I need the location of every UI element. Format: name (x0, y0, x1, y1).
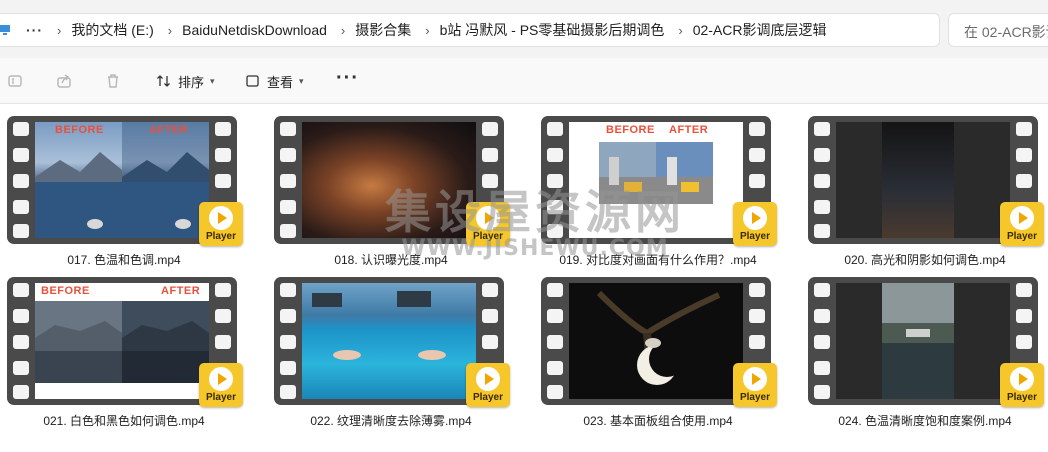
player-badge: Player (199, 363, 243, 407)
player-label: Player (205, 392, 237, 403)
file-name[interactable]: 022. 纹理清晰度去除薄雾.mp4 (266, 412, 516, 429)
player-badge: Player (1000, 363, 1044, 407)
player-badge: Player (733, 363, 777, 407)
sort-label: 排序 (178, 74, 205, 90)
file-name[interactable]: 021. 白色和黑色如何调色.mp4 (0, 412, 249, 429)
chevron-right-icon[interactable]: › (678, 23, 682, 38)
chevron-right-icon[interactable]: › (341, 23, 345, 38)
play-icon (1019, 373, 1028, 385)
address-row: ··· › 我的文档 (E:) › BaiduNetdiskDownload ›… (0, 0, 1048, 58)
player-label: Player (1006, 392, 1038, 403)
player-badge: Player (199, 202, 243, 246)
file-name[interactable]: 019. 对比度对画面有什么作用？.mp4 (533, 251, 783, 268)
sort-icon (157, 75, 170, 87)
player-badge: Player (1000, 202, 1044, 246)
more-options-button[interactable]: ··· (336, 67, 359, 90)
address-bar[interactable]: ··· › 我的文档 (E:) › BaiduNetdiskDownload ›… (0, 13, 940, 47)
play-icon (752, 212, 761, 224)
after-label: AFTER (161, 285, 201, 297)
command-bar: 排序 ▾ 查看 ▾ ··· (0, 58, 1048, 104)
file-name[interactable]: 018. 认识曝光度.mp4 (266, 251, 516, 268)
player-label: Player (205, 231, 237, 242)
view-icon (246, 75, 259, 87)
file-name[interactable]: 020. 高光和阴影如何调色.mp4 (800, 251, 1048, 268)
file-name[interactable]: 023. 基本面板组合使用.mp4 (533, 412, 783, 429)
this-pc-icon (0, 25, 10, 35)
after-label: AFTER (149, 124, 189, 136)
player-label: Player (739, 392, 771, 403)
player-badge: Player (733, 202, 777, 246)
after-label: AFTER (669, 124, 709, 136)
file-name[interactable]: 024. 色温清晰度饱和度案例.mp4 (800, 412, 1048, 429)
before-label: BEFORE (606, 124, 655, 136)
rename-icon[interactable] (6, 72, 24, 90)
play-icon (485, 212, 494, 224)
chevron-right-icon[interactable]: › (57, 23, 61, 38)
share-icon[interactable] (55, 72, 73, 90)
search-input[interactable]: 在 02-ACR影调 (948, 13, 1048, 47)
player-badge: Player (466, 202, 510, 246)
delete-icon[interactable] (104, 72, 122, 90)
chevron-right-icon[interactable]: › (425, 23, 429, 38)
breadcrumb-course[interactable]: b站 冯默风 - PS零基础摄影后期调色 (440, 20, 665, 40)
before-label: BEFORE (41, 285, 90, 297)
chevron-right-icon[interactable]: › (168, 23, 172, 38)
play-icon (485, 373, 494, 385)
play-icon (752, 373, 761, 385)
play-icon (218, 212, 227, 224)
overflow-crumbs-button[interactable]: ··· (26, 22, 43, 38)
chevron-down-icon: ▾ (210, 75, 215, 86)
view-button[interactable]: 查看 ▾ (245, 70, 304, 92)
sort-button[interactable]: 排序 ▾ (156, 70, 215, 92)
player-label: Player (472, 392, 504, 403)
player-label: Player (472, 231, 504, 242)
player-label: Player (1006, 231, 1038, 242)
player-badge: Player (466, 363, 510, 407)
before-label: BEFORE (55, 124, 104, 136)
breadcrumb-collection[interactable]: 摄影合集 (355, 20, 411, 40)
view-label: 查看 (267, 74, 294, 90)
breadcrumb-current[interactable]: 02-ACR影调底层逻辑 (693, 20, 827, 40)
play-icon (218, 373, 227, 385)
file-name[interactable]: 017. 色温和色调.mp4 (0, 251, 249, 268)
breadcrumb-drive[interactable]: 我的文档 (E:) (71, 20, 153, 40)
play-icon (1019, 212, 1028, 224)
breadcrumb-baidu[interactable]: BaiduNetdiskDownload (182, 22, 327, 38)
chevron-down-icon: ▾ (299, 75, 304, 86)
player-label: Player (739, 231, 771, 242)
